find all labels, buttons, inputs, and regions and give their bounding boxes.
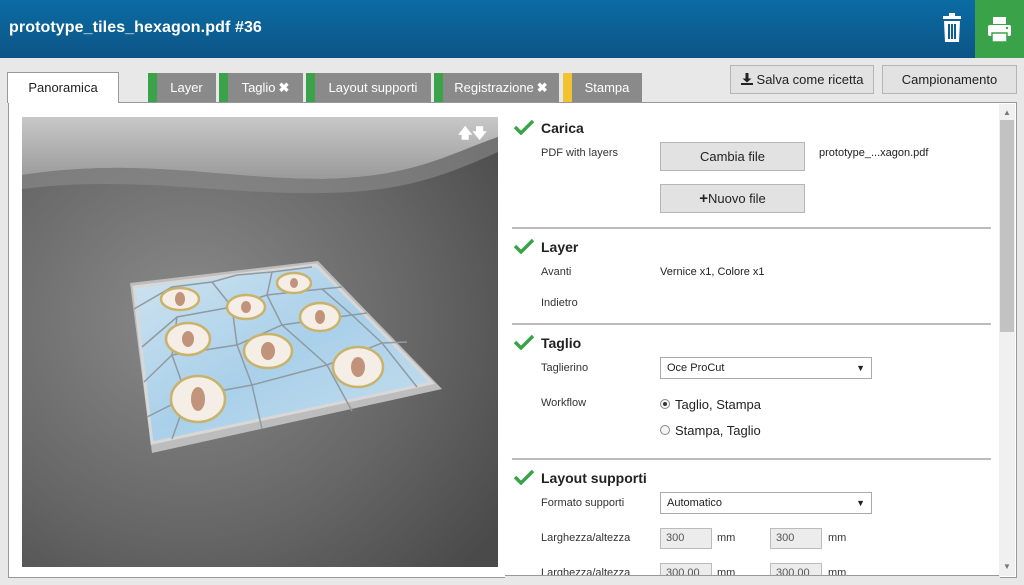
tab-registrazione[interactable]: Registrazione ✖ — [434, 73, 559, 102]
tab-layer[interactable]: Layer — [148, 73, 216, 102]
plus-icon: + — [699, 190, 708, 207]
section-title-layer: Layer — [541, 239, 579, 255]
close-x-icon: ✖ — [278, 80, 290, 95]
width-unit: mm — [717, 532, 736, 544]
new-file-label: Nuovo file — [707, 191, 766, 206]
workflow-radio-taglio-stampa[interactable]: Taglio, Stampa — [660, 397, 761, 412]
pdf-label: PDF with layers — [541, 147, 619, 159]
section-title-carica: Carica — [541, 120, 584, 136]
status-strip — [219, 73, 228, 102]
check-icon — [514, 469, 534, 485]
width-input[interactable]: 300 — [660, 528, 712, 549]
arrow-up-icon[interactable]: 🡅 — [458, 125, 472, 141]
check-icon — [514, 238, 534, 254]
close-x-icon: ✖ — [536, 80, 548, 95]
cutter-value: Oce ProCut — [667, 362, 725, 374]
back-label: Indietro — [541, 297, 578, 309]
tab-label: Stampa — [584, 80, 630, 95]
workflow-radio-stampa-taglio[interactable]: Stampa, Taglio — [660, 423, 761, 438]
tab-taglio[interactable]: Taglio ✖ — [219, 73, 303, 102]
status-strip — [563, 73, 572, 102]
scrollbar-thumb[interactable] — [1000, 120, 1014, 332]
check-icon — [514, 119, 534, 135]
trash-icon[interactable] — [936, 10, 968, 46]
save-recipe-button[interactable]: Salva come ricetta — [730, 65, 874, 94]
status-strip — [148, 73, 157, 102]
sampling-button[interactable]: Campionamento — [882, 65, 1017, 94]
section-divider — [512, 458, 991, 460]
panel-clip — [505, 576, 1000, 585]
document-title: prototype_tiles_hexagon.pdf #36 — [9, 19, 262, 36]
arrow-down-icon[interactable]: 🡇 — [472, 125, 486, 141]
scrollbar[interactable]: ▲ ▼ — [999, 104, 1015, 576]
workflow-label: Workflow — [541, 397, 587, 409]
radio-button-icon — [660, 399, 670, 409]
format-value: Automatico — [667, 497, 723, 509]
section-divider — [512, 323, 991, 325]
print-button[interactable] — [975, 0, 1024, 58]
tab-label: Registrazione — [454, 80, 534, 95]
file-name: prototype_...xagon.pdf — [819, 147, 929, 159]
radio-label: Stampa, Taglio — [675, 423, 761, 438]
front-label: Avanti — [541, 266, 572, 278]
new-file-button[interactable]: +Nuovo file — [660, 184, 805, 213]
change-file-button[interactable]: Cambia file — [660, 142, 805, 171]
section-title-taglio: Taglio — [541, 335, 582, 351]
section-divider — [512, 227, 991, 229]
download-icon — [740, 73, 753, 85]
status-strip — [434, 73, 443, 102]
tab-label: Layer — [170, 80, 203, 95]
scroll-down-icon[interactable]: ▼ — [1003, 562, 1011, 571]
size-label: Larghezza/altezza — [541, 532, 631, 544]
panel-border — [505, 575, 1000, 576]
radio-button-icon — [660, 425, 670, 435]
tab-layout-supporti[interactable]: Layout supporti — [306, 73, 431, 102]
format-label: Formato supporti — [541, 497, 625, 509]
dropdown-arrow-icon: ▼ — [856, 363, 865, 373]
tab-label: Layout supporti — [328, 80, 418, 95]
cutter-select[interactable]: Oce ProCut ▼ — [660, 357, 872, 379]
height-input[interactable]: 300 — [770, 528, 822, 549]
radio-label: Taglio, Stampa — [675, 397, 761, 412]
title-bar: prototype_tiles_hexagon.pdf #36 — [0, 0, 1024, 58]
move-arrows[interactable]: 🡅🡇 — [458, 123, 487, 147]
section-title-layout-supporti: Layout supporti — [541, 470, 647, 486]
dropdown-arrow-icon: ▼ — [856, 498, 865, 508]
tab-label: Panoramica — [28, 80, 98, 95]
tab-label: Taglio — [241, 80, 276, 95]
format-select[interactable]: Automatico ▼ — [660, 492, 872, 514]
tab-stampa[interactable]: Stampa — [563, 73, 642, 102]
check-icon — [514, 334, 534, 350]
status-strip — [306, 73, 315, 102]
printer-icon — [988, 17, 1011, 43]
cutter-label: Taglierino — [541, 362, 589, 374]
height-unit: mm — [828, 532, 847, 544]
sampling-label: Campionamento — [901, 72, 998, 87]
tab-panoramica[interactable]: Panoramica — [7, 72, 119, 103]
save-recipe-label: Salva come ricetta — [756, 72, 864, 87]
3d-preview[interactable]: 🡅🡇 — [22, 117, 498, 567]
front-value: Vernice x1, Colore x1 — [660, 266, 765, 278]
scroll-up-icon[interactable]: ▲ — [1003, 108, 1011, 117]
